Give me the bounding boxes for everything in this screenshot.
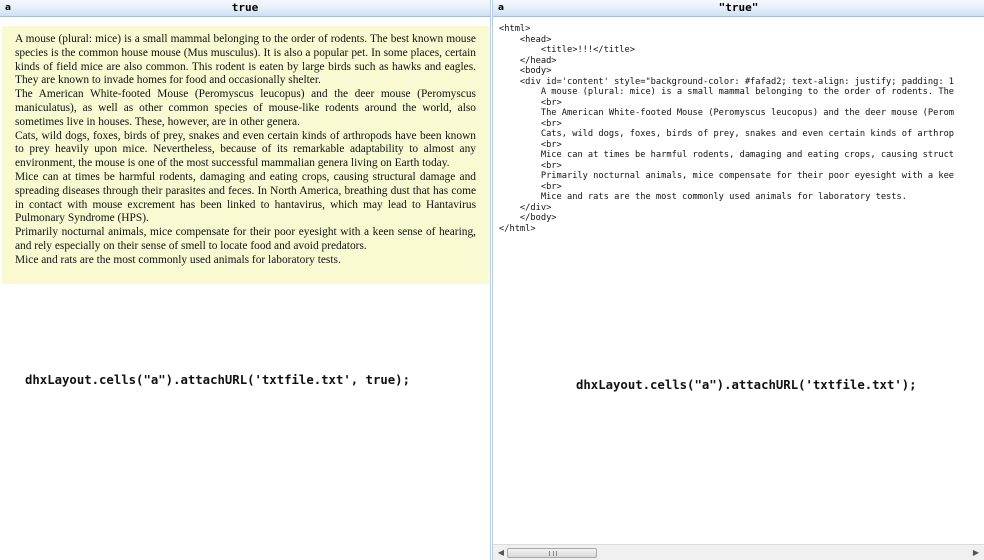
paragraph: Cats, wild dogs, foxes, birds of prey, s… (15, 129, 476, 170)
code-line: A mouse (plural: mice) is a small mammal… (499, 87, 955, 97)
code-line: <body> (499, 66, 552, 76)
scroll-thumb[interactable] (507, 548, 597, 558)
layout-cell-left: a true A mouse (plural: mice) is a small… (0, 0, 491, 560)
layout-cell-right: a "true" <html> <head> <title>!!!</title… (492, 0, 984, 560)
content-box: A mouse (plural: mice) is a small mammal… (2, 26, 489, 284)
scroll-right-arrow-icon[interactable]: ▶ (970, 547, 982, 559)
code-line: </head> (499, 55, 557, 66)
code-line: Cats, wild dogs, foxes, birds of prey, s… (499, 129, 955, 139)
code-line: <html> (499, 24, 531, 34)
code-line: </div> (499, 202, 552, 213)
scroll-left-arrow-icon[interactable]: ◀ (495, 547, 507, 559)
code-line: Mice can at times be harmful rodents, da… (499, 150, 955, 160)
cell-header[interactable]: a true (0, 0, 490, 17)
paragraph: A mouse (plural: mice) is a small mammal… (15, 33, 476, 87)
code-caption: dhxLayout.cells("a").attachURL('txtfile.… (576, 378, 917, 392)
source-code-view: <html> <head> <title>!!!</title> </head>… (499, 24, 983, 544)
code-line: Primarily nocturnal animals, mice compen… (499, 171, 955, 181)
code-line: <br> (499, 181, 562, 192)
code-line: <head> (499, 34, 552, 45)
paragraph: The American White-footed Mouse (Peromys… (15, 88, 476, 128)
code-line: <br> (499, 118, 562, 129)
code-line: The American White-footed Mouse (Peromys… (499, 108, 955, 118)
grip-icon (549, 551, 557, 556)
paragraph: Mice and rats are the most commonly used… (15, 253, 341, 266)
code-line: <title>!!!</title> (499, 45, 635, 55)
cell-header[interactable]: a "true" (493, 0, 984, 17)
code-line: <br> (499, 160, 562, 171)
cell-title: "true" (718, 1, 759, 14)
code-line: Mice and rats are the most commonly used… (499, 192, 907, 202)
cell-title: true (231, 1, 259, 14)
paragraph: Mice can at times be harmful rodents, da… (15, 170, 476, 225)
code-line: </html> (499, 223, 536, 234)
code-caption: dhxLayout.cells("a").attachURL('txtfile.… (25, 373, 410, 387)
code-line: <br> (499, 97, 562, 108)
code-line: <div id='content' style="background-colo… (499, 76, 955, 87)
paragraph: Primarily nocturnal animals, mice compen… (15, 226, 476, 252)
code-line: <br> (499, 139, 562, 150)
content-text: A mouse (plural: mice) is a small mammal… (2, 26, 489, 268)
code-line: </body> (499, 213, 557, 223)
horizontal-scrollbar[interactable]: ◀ ▶ (493, 544, 984, 560)
